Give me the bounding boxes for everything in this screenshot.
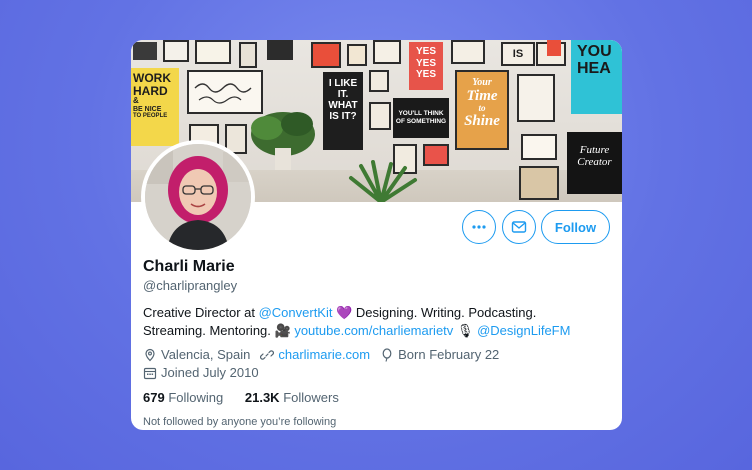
poster-is: IS	[501, 42, 535, 66]
poster-frame	[133, 42, 157, 60]
bio-line-1: Creative Director at @ConvertKit 💜 Desig…	[143, 304, 613, 322]
location-icon	[143, 348, 157, 362]
mail-icon	[511, 221, 527, 233]
poster-text: Creator	[577, 156, 612, 169]
poster-frame	[347, 44, 367, 66]
mention-link[interactable]: @DesignLifeFM	[477, 323, 570, 338]
follow-stats: 679 Following 21.3K Followers	[143, 390, 339, 405]
poster-text: IS	[512, 48, 524, 60]
camera-emoji-icon: 🎥	[274, 323, 291, 338]
poster-frame	[519, 166, 559, 200]
profile-card: WORK HARD & BE NICE TO PEOPLE I LIKE IT.	[131, 40, 622, 430]
poster-frame	[195, 40, 231, 64]
poster-text: YES	[415, 46, 436, 57]
poster-frame	[267, 40, 293, 60]
poster-frame	[547, 40, 561, 56]
poster-text: YES	[415, 57, 436, 69]
poster-frame	[239, 42, 257, 68]
poster-frame	[311, 42, 341, 68]
poster-text: YOU	[577, 43, 612, 60]
poster-text: BE NICE	[133, 105, 162, 113]
profile-bio: Creative Director at @ConvertKit 💜 Desig…	[143, 304, 613, 340]
following-count-link[interactable]: 679 Following	[143, 390, 223, 405]
poster-text: Time	[466, 87, 498, 104]
balloon-icon	[380, 347, 394, 362]
poster-frame	[369, 102, 391, 130]
bio-text: Streaming. Mentoring.	[143, 323, 275, 338]
poster-future-creator: Future Creator	[567, 132, 622, 194]
poster-text: &	[133, 96, 139, 106]
more-button[interactable]	[462, 210, 496, 244]
profile-location: Valencia, Spain	[161, 347, 251, 362]
poster-text: WHAT	[328, 100, 358, 111]
follow-button[interactable]: Follow	[541, 210, 610, 244]
poster-frame	[521, 134, 557, 160]
poster-frame	[163, 40, 189, 62]
poster-text: I LIKE	[328, 78, 358, 89]
poster-text: YES	[415, 69, 436, 80]
profile-birthday: Born February 22	[398, 347, 500, 362]
profile-name: Charli Marie	[143, 258, 235, 275]
avatar[interactable]	[141, 140, 255, 254]
more-horizontal-icon	[472, 225, 486, 229]
poster-text: YOU'LL THINK	[398, 110, 444, 117]
profile-meta-row: Joined July 2010	[143, 365, 259, 380]
poster-frame	[451, 40, 485, 64]
plant-icon	[349, 160, 417, 202]
profile-meta-row: Valencia, Spain charlimarie.com Born Feb…	[143, 347, 499, 362]
poster-yes: YES YES YES	[409, 42, 443, 90]
profile-website-link[interactable]: charlimarie.com	[278, 347, 370, 362]
bio-text: Creative Director at	[143, 305, 259, 320]
poster-text: Shine	[464, 112, 500, 129]
poster-text: HARD	[133, 83, 168, 98]
followers-count-link[interactable]: 21.3K Followers	[245, 390, 339, 405]
poster-work-hard: WORK HARD & BE NICE TO PEOPLE	[131, 68, 179, 146]
youtube-link[interactable]: youtube.com/charliemarietv	[294, 323, 453, 338]
not-followed-notice: Not followed by anyone you’re following	[143, 416, 337, 428]
poster-text: IT.	[337, 89, 349, 100]
calendar-icon	[143, 366, 157, 380]
following-label: Following	[168, 390, 224, 405]
mention-link[interactable]: @ConvertKit	[259, 305, 333, 320]
profile-photo-icon	[145, 144, 251, 250]
poster-frame	[373, 40, 401, 64]
poster-text: Future	[579, 144, 610, 156]
following-count: 679	[143, 390, 165, 405]
poster-text: TO PEOPLE	[133, 112, 168, 119]
poster-text: Your	[472, 77, 492, 88]
plant-icon	[251, 112, 315, 170]
profile-joined-date: Joined July 2010	[161, 365, 259, 380]
poster-text: IS IT?	[329, 111, 357, 122]
followers-label: Followers	[283, 390, 339, 405]
poster-time-to-shine: Your Time to Shine	[455, 70, 509, 150]
poster-text: OF SOMETHING	[395, 118, 447, 126]
followers-count: 21.3K	[244, 390, 280, 405]
poster-frame	[517, 74, 555, 122]
microphone-emoji-icon: 🎙	[456, 323, 474, 338]
link-icon	[260, 348, 275, 362]
poster-frame	[369, 70, 389, 92]
message-button[interactable]	[502, 210, 536, 244]
poster-text: HEA	[577, 59, 611, 77]
poster-text: WORK	[133, 71, 171, 85]
heart-emoji-icon: 💜	[336, 305, 353, 320]
poster-i-like-it: I LIKE IT. WHAT IS IT?	[323, 72, 363, 150]
profile-handle: @charliprangley	[143, 278, 238, 293]
bio-text: Designing. Writing. Podcasting.	[352, 305, 537, 320]
poster-you-hea: YOU HEA	[571, 40, 622, 114]
bio-line-2: Streaming. Mentoring. 🎥 youtube.com/char…	[143, 322, 613, 340]
poster-youll-think: YOU'LL THINK OF SOMETHING	[393, 98, 449, 138]
